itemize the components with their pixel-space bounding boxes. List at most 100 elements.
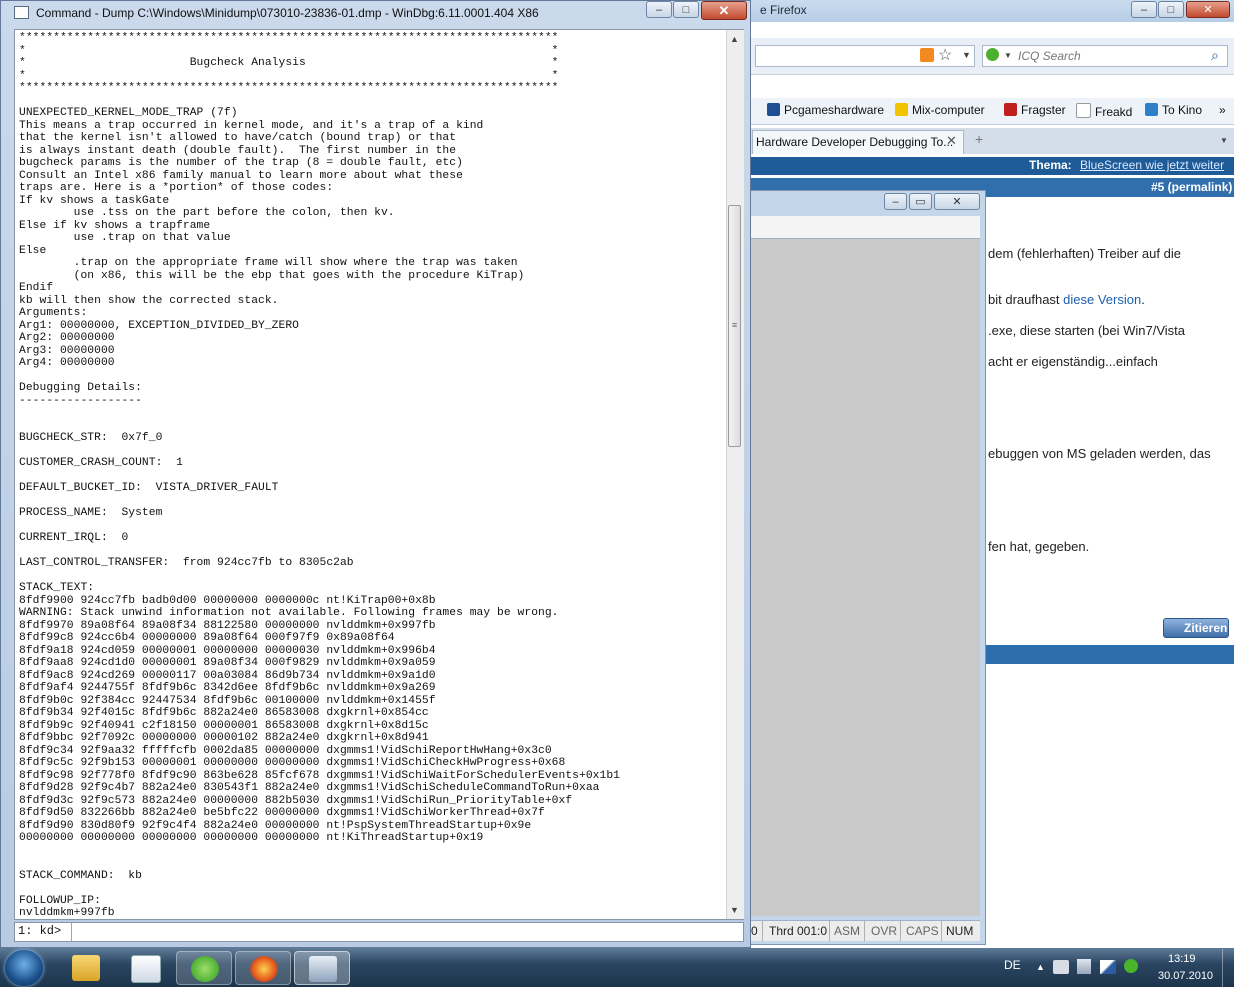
- m-icon: [895, 103, 908, 116]
- firefox-close-button[interactable]: ✕: [1186, 1, 1230, 18]
- taskbar-media-player-button[interactable]: [117, 951, 173, 985]
- bookmark-mix-computer[interactable]: Mix-computer: [895, 103, 985, 117]
- windbg-status-bar: 0 Thrd 001:0 ASM OVR CAPS NUM: [748, 920, 980, 941]
- post-text-line: bit draufhast diese Version.: [988, 292, 1145, 307]
- tab-label: Hardware Developer Debugging To...: [756, 135, 954, 149]
- thread-label: Thema:: [1029, 158, 1072, 172]
- command-window-icon[interactable]: [14, 6, 29, 19]
- status-separator: [941, 921, 942, 941]
- safely-remove-icon[interactable]: [1053, 960, 1069, 974]
- windbg-client-area: [748, 216, 980, 916]
- status-separator: [762, 921, 763, 941]
- status-thread: Thrd 001:0: [769, 924, 828, 938]
- status-ovr: OVR: [871, 924, 898, 938]
- page-icon: [1076, 103, 1091, 118]
- thread-title-link[interactable]: BlueScreen wie jetzt weiter: [1080, 158, 1224, 172]
- fragster-icon: [1004, 103, 1017, 116]
- command-window-title: Command - Dump C:\Windows\Minidump\07301…: [36, 6, 539, 20]
- bookmark-label: Fragster: [1021, 103, 1066, 117]
- scroll-down-icon[interactable]: ▼: [726, 902, 743, 919]
- output-scrollbar[interactable]: [726, 30, 744, 919]
- quote-button-label: Zitieren: [1184, 621, 1228, 635]
- show-desktop-button[interactable]: [1222, 949, 1234, 987]
- pcgh-icon: [767, 103, 780, 116]
- bookmark-to-kino[interactable]: To Kino: [1145, 103, 1202, 117]
- firefox-window-title: e Firefox: [760, 3, 807, 17]
- firefox-maximize-button[interactable]: □: [1158, 1, 1184, 18]
- taskbar-windbg-button[interactable]: [294, 951, 350, 985]
- tab-close-icon[interactable]: ✕: [946, 133, 957, 149]
- command-minimize-button[interactable]: –: [646, 1, 672, 18]
- bookmark-label: Freakd: [1095, 105, 1133, 119]
- windbg-icon: [309, 956, 337, 982]
- display-icon[interactable]: [1100, 960, 1116, 974]
- post-text: bit draufhast: [988, 292, 1064, 307]
- taskbar-explorer-button[interactable]: [58, 951, 114, 985]
- status-num: NUM: [946, 924, 974, 938]
- status-asm: ASM: [834, 924, 861, 938]
- kino-icon: [1145, 103, 1158, 116]
- version-link[interactable]: diese Version: [1063, 292, 1141, 307]
- status-separator: [864, 921, 865, 941]
- post-text: .exe, diese starten (bei Win7/Vista: [988, 323, 1186, 338]
- post-text-line: .exe, diese starten (bei Win7/Vista: [988, 323, 1185, 338]
- post-footer-bar: [983, 645, 1234, 664]
- bookmarks-overflow-button[interactable]: »: [1219, 103, 1226, 117]
- bookmark-pcgameshardware[interactable]: Pcgameshardware: [767, 103, 884, 117]
- scrollbar-thumb[interactable]: ≡: [728, 205, 741, 447]
- kd-prompt: 1: kd>: [18, 924, 62, 938]
- bookmark-label: Mix-computer: [912, 103, 985, 117]
- firefox-minimize-button[interactable]: –: [1131, 1, 1157, 18]
- post-text: fen hat, gegeben.: [988, 539, 1090, 554]
- windbg-close-button[interactable]: ✕: [934, 193, 980, 210]
- scroll-up-icon[interactable]: ▲: [726, 31, 743, 48]
- icq-tray-icon[interactable]: [1124, 959, 1138, 973]
- show-hidden-icons-icon[interactable]: ▲: [1036, 962, 1045, 972]
- search-magnifier-icon[interactable]: ⌕: [1211, 47, 1219, 64]
- browser-tab[interactable]: Hardware Developer Debugging To...: [752, 130, 964, 154]
- icq-icon: [191, 956, 219, 982]
- status-separator: [900, 921, 901, 941]
- clock-time[interactable]: 13:19: [1168, 953, 1196, 965]
- language-indicator[interactable]: DE: [1004, 958, 1021, 972]
- post-text-line: ebuggen von MS geladen werden, das: [988, 446, 1211, 461]
- bookmark-label: To Kino: [1162, 103, 1203, 117]
- folder-icon: [72, 955, 100, 981]
- bookmark-star-icon[interactable]: ☆: [938, 45, 952, 65]
- new-tab-icon[interactable]: +: [975, 131, 983, 147]
- windbg-toolbar: [748, 216, 980, 239]
- firefox-icon: [250, 956, 278, 982]
- post-text-line: fen hat, gegeben.: [988, 539, 1089, 554]
- network-icon[interactable]: [1077, 959, 1091, 974]
- start-button[interactable]: [5, 950, 43, 986]
- media-player-icon: [131, 955, 161, 983]
- bookmark-fragster[interactable]: Fragster: [1004, 103, 1066, 117]
- search-engine-dropdown-icon[interactable]: ▼: [1004, 51, 1012, 60]
- bookmark-freakd[interactable]: Freakd: [1076, 103, 1132, 119]
- command-output-pane[interactable]: ****************************************…: [14, 29, 744, 920]
- status-caps: CAPS: [906, 924, 939, 938]
- command-output-text: ****************************************…: [19, 32, 620, 919]
- clock-date[interactable]: 30.07.2010: [1158, 970, 1213, 982]
- post-text: dem (fehlerhaften) Treiber auf die: [988, 246, 1181, 261]
- windbg-minimize-button[interactable]: –: [884, 193, 907, 210]
- status-separator: [829, 921, 830, 941]
- status-field: 0: [751, 924, 758, 938]
- bookmark-label: Pcgameshardware: [784, 103, 885, 117]
- windbg-restore-button[interactable]: ▭: [909, 193, 932, 210]
- quote-button[interactable]: Zitieren: [1163, 618, 1229, 638]
- permalink[interactable]: #5 (permalink): [1151, 180, 1232, 194]
- taskbar-icq-button[interactable]: [176, 951, 232, 985]
- command-close-button[interactable]: ✕: [701, 1, 747, 20]
- command-input[interactable]: [71, 923, 743, 941]
- command-maximize-button[interactable]: □: [673, 1, 699, 18]
- post-text: .: [1141, 292, 1145, 307]
- taskbar-firefox-button[interactable]: [235, 951, 291, 985]
- rss-icon[interactable]: [920, 48, 934, 62]
- post-text: acht er eigenständig...einfach: [988, 354, 1158, 369]
- post-text: ebuggen von MS geladen werden, das: [988, 446, 1211, 461]
- tab-list-icon[interactable]: ▼: [1220, 136, 1228, 145]
- url-dropdown-icon[interactable]: ▼: [962, 50, 971, 60]
- icq-flower-icon[interactable]: [986, 48, 999, 61]
- search-placeholder: ICQ Search: [1018, 49, 1081, 63]
